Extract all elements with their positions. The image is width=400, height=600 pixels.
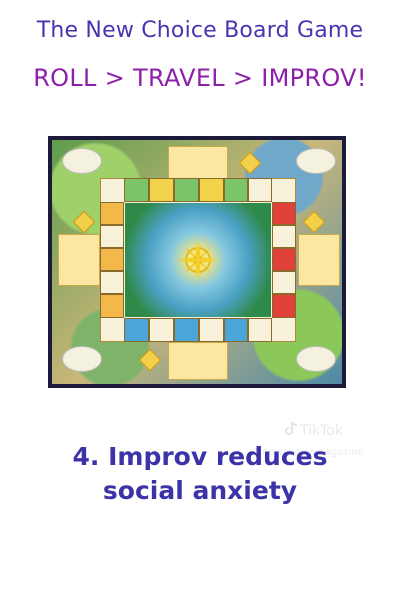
card-slot-left <box>58 234 100 286</box>
page-subtitle: ROLL > TRAVEL > IMPROV! <box>33 64 367 92</box>
corner-card-top-right <box>296 148 336 174</box>
track-cell <box>248 318 272 342</box>
page-title: The New Choice Board Game <box>36 18 364 43</box>
track-cell <box>124 318 149 342</box>
track-cell <box>100 271 124 294</box>
card-slot-bottom <box>168 342 228 380</box>
track-cell <box>174 178 199 202</box>
track-cell <box>149 178 174 202</box>
caption-line-2: social anxiety <box>102 476 298 505</box>
track-cell <box>248 178 272 202</box>
track-cell <box>100 248 124 271</box>
track-cell <box>199 318 224 342</box>
track-cell <box>272 225 296 248</box>
corner-card-top-left <box>62 148 102 174</box>
card-slot-top <box>168 146 228 180</box>
caption-line-1: 4. Improv reduces <box>72 442 328 471</box>
compass-rose-icon <box>178 240 218 280</box>
card-slot-right <box>298 234 340 286</box>
track-cell <box>224 318 248 342</box>
watermark-brand: TikTok <box>300 423 343 439</box>
tiktok-icon <box>285 421 298 435</box>
track-cell <box>272 271 296 294</box>
track-cell <box>100 294 124 318</box>
corner-card-bottom-right <box>296 346 336 372</box>
track-cell <box>272 248 296 271</box>
track-cell <box>124 178 149 202</box>
track-cell <box>100 225 124 248</box>
track-cell <box>149 318 174 342</box>
corner-card-bottom-left <box>62 346 102 372</box>
track-cell <box>272 294 296 318</box>
track-cell <box>174 318 199 342</box>
track-cell <box>199 178 224 202</box>
track-cell <box>272 202 296 225</box>
track-cell <box>224 178 248 202</box>
track-cell <box>100 202 124 225</box>
